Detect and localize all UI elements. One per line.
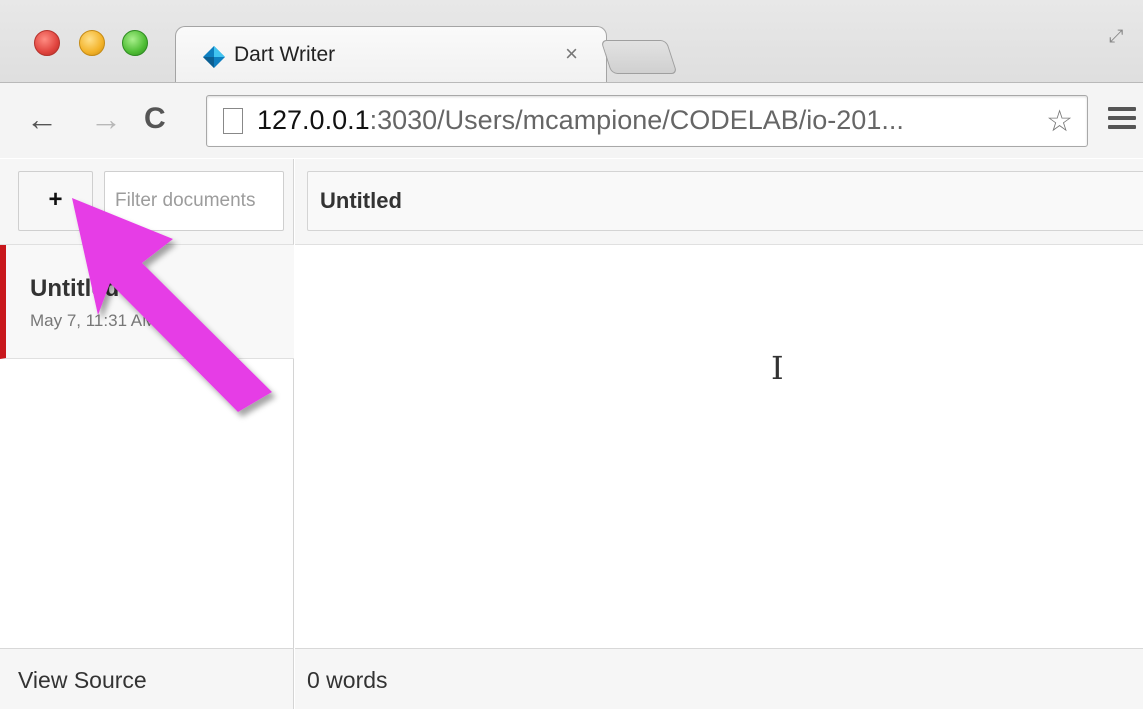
document-title-field[interactable]: Untitled bbox=[307, 171, 1143, 231]
list-item[interactable]: Untitled May 7, 11:31 AM bbox=[0, 245, 294, 359]
forward-button[interactable]: → bbox=[90, 103, 122, 135]
address-bar[interactable]: 127.0.0.1:3030/Users/mcampione/CODELAB/i… bbox=[206, 95, 1088, 147]
fullscreen-icon[interactable]: ⤢ bbox=[1109, 26, 1133, 50]
back-button[interactable]: ← bbox=[26, 103, 58, 135]
new-tab-button[interactable] bbox=[600, 40, 678, 74]
dart-writer-app: + Untitled Untitled May 7, 11:31 AM I Vi… bbox=[0, 159, 1143, 709]
url-text[interactable]: 127.0.0.1:3030/Users/mcampione/CODELAB/i… bbox=[257, 105, 904, 136]
bookmark-star-icon[interactable]: ☆ bbox=[1046, 104, 1073, 139]
document-list: Untitled May 7, 11:31 AM bbox=[0, 245, 294, 648]
url-host: 127.0.0.1 bbox=[257, 105, 370, 135]
url-path: :3030/Users/mcampione/CODELAB/io-201... bbox=[369, 105, 904, 135]
tab-close-icon[interactable]: × bbox=[565, 41, 578, 67]
window-minimize-icon[interactable] bbox=[79, 30, 105, 56]
status-bar: 0 words bbox=[295, 648, 1143, 709]
browser-tab[interactable]: Dart Writer × bbox=[175, 26, 607, 82]
text-cursor-icon: I bbox=[771, 349, 784, 387]
sidebar-header: + bbox=[0, 159, 294, 245]
menu-icon[interactable] bbox=[1108, 107, 1136, 134]
title-bar: Untitled bbox=[295, 159, 1143, 245]
browser-toolbar: ← → C 127.0.0.1:3030/Users/mcampione/COD… bbox=[0, 82, 1143, 158]
document-item-date: May 7, 11:31 AM bbox=[30, 311, 157, 330]
editor-area[interactable]: I bbox=[295, 245, 1143, 648]
browser-chrome: Dart Writer × ⤢ ← → C 127.0.0.1:3030/Use… bbox=[0, 0, 1143, 158]
reload-button[interactable]: C bbox=[144, 103, 166, 135]
page-icon bbox=[223, 108, 243, 134]
add-document-button[interactable]: + bbox=[18, 171, 93, 231]
word-count: 0 words bbox=[307, 667, 388, 693]
view-source-link[interactable]: View Source bbox=[18, 667, 147, 694]
document-item-title: Untitled bbox=[30, 275, 120, 302]
window-maximize-icon[interactable] bbox=[122, 30, 148, 56]
sidebar-footer: View Source bbox=[0, 648, 294, 709]
filter-documents-input[interactable] bbox=[104, 171, 284, 231]
dart-logo-icon bbox=[203, 46, 225, 68]
tab-title: Dart Writer bbox=[234, 43, 336, 66]
window-close-icon[interactable] bbox=[34, 30, 60, 56]
